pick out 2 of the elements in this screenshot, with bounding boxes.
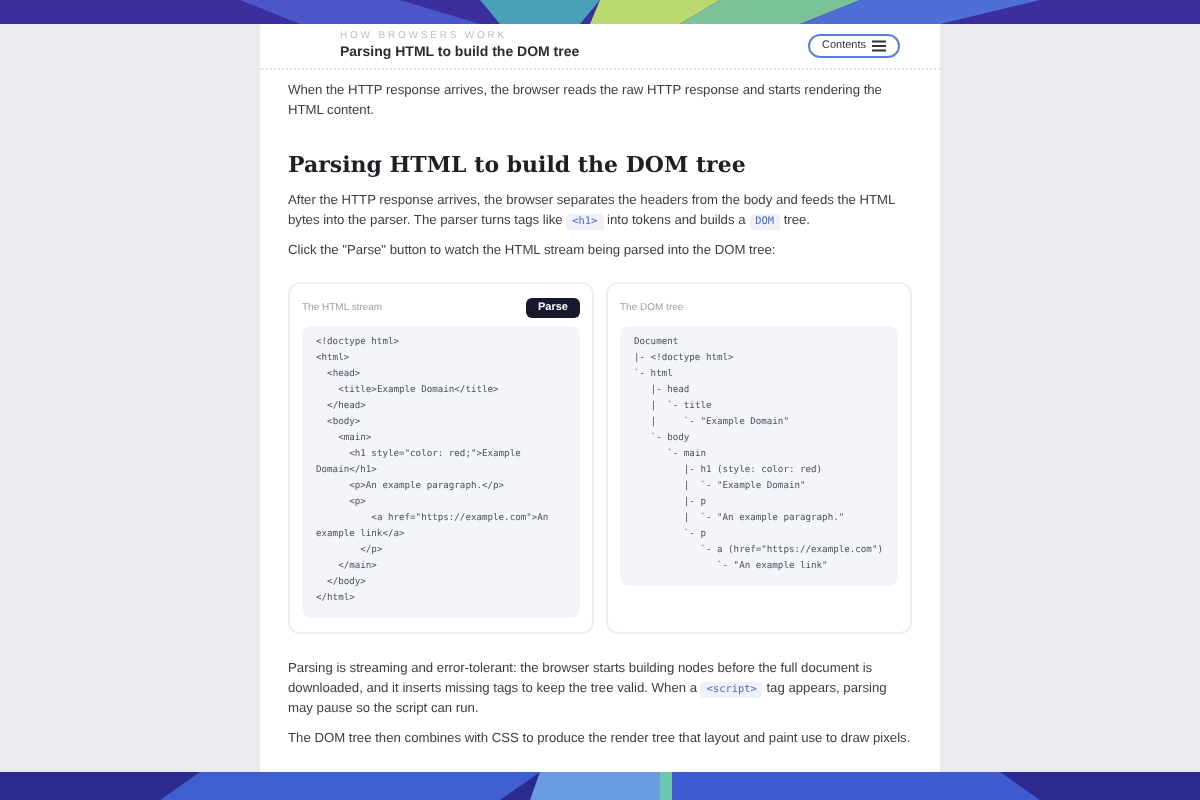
- section-heading: Parsing HTML to build the DOM tree: [288, 152, 748, 178]
- menu-icon: [872, 39, 886, 51]
